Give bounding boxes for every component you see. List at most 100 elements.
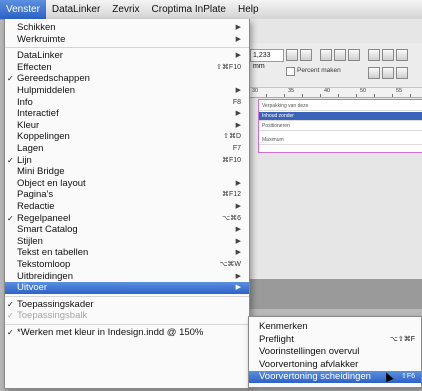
menu-item-hulpmiddelen[interactable]: Hulpmiddelen ▶ [5,85,249,97]
menu-item-lagen[interactable]: Lagen F7 [5,143,249,155]
menu-croptima-inplate[interactable]: Croptima InPlate [146,0,232,19]
submenu-item-label: Preflight [259,333,294,345]
menu-item-label: Lagen [17,143,44,154]
menu-zevrix[interactable]: Zevrix [106,0,145,19]
shortcut-label: ⌥⇧⌘F [389,335,415,343]
shortcut-label: ⌥⌘W [219,261,241,268]
submenu-arrow-icon: ▶ [235,24,241,31]
column-button[interactable] [368,67,380,79]
menu-separator [5,324,249,325]
menu-item-pagina-s[interactable]: Pagina's ⌘F12 [5,189,249,201]
checkmark-icon: ✓ [7,328,14,337]
menu-item-schikken[interactable]: Schikken ▶ [5,22,249,34]
column-button[interactable] [396,67,408,79]
ruler-number: 35 [288,88,295,94]
distribute-button[interactable] [334,49,346,61]
submenu-item-label: Voorvertoning scheidingen [259,371,371,383]
distribute-button[interactable] [348,49,360,61]
menu-item-mini-bridge[interactable]: Mini Bridge [5,166,249,178]
menu-item-tekst-en-tabellen[interactable]: Tekst en tabellen ▶ [5,247,249,259]
menu-item-redactie[interactable]: Redactie ▶ [5,201,249,213]
align-button[interactable] [286,49,298,61]
menu-item-label: Toepassingskader [17,298,94,310]
menu-item-effecten[interactable]: Effecten ⇧⌘F10 [5,62,249,74]
menu-item-label: Hulpmiddelen [17,85,76,96]
submenu-item-voorvertoning-scheidingen[interactable]: Voorvertoning scheidingen ⇧F6 [249,371,421,384]
submenu-arrow-icon: ▶ [235,87,241,94]
menu-item-uitvoer[interactable]: Uitvoer ▶ [5,282,249,294]
menu-bar: Venster DataLinker Zevrix Croptima InPla… [0,0,422,20]
submenu-arrow-icon: ▶ [235,284,241,292]
submenu-arrow-icon: ▶ [235,35,241,43]
menu-help[interactable]: Help [232,0,265,19]
text-wrap-button[interactable] [368,49,380,61]
menu-item-interactief[interactable]: Interactief ▶ [5,108,249,120]
menu-item-label: Stijlen [17,235,43,247]
menu-item-werkruimte[interactable]: Werkruimte ▶ [5,34,249,46]
document-page[interactable]: Verpakking van deze Inhoud zonder Positi… [258,99,422,153]
submenu-arrow-icon: ▶ [235,249,241,257]
menu-item-label: Koppelingen [17,131,70,143]
control-panel: 1,233 mm Percent maken [248,43,422,88]
align-button[interactable] [300,49,312,61]
size-field[interactable]: 1,233 mm [250,49,284,70]
menu-item-smart-catalog[interactable]: Smart Catalog ▶ [5,224,249,236]
menu-item-koppelingen[interactable]: Koppelingen ⇧⌘D [5,131,249,143]
menu-item-label: Kleur [17,119,40,131]
menu-venster[interactable]: Venster [0,0,46,19]
menu-item-kleur[interactable]: Kleur ▶ [5,120,249,132]
menu-datalinker[interactable]: DataLinker [46,0,106,19]
menu-item-toepassingskader[interactable]: ✓ Toepassingskader [5,299,249,311]
menu-item-label: Regelpaneel [17,212,71,224]
menu-item-label: *Werken met kleur in Indesign.indd @ 150… [17,327,204,338]
menu-item-tekstomloop[interactable]: Tekstomloop ⌥⌘W [5,259,249,271]
column-button[interactable] [382,67,394,79]
table-row: Maximum [259,136,422,145]
menu-item-lijn[interactable]: ✓ Lijn ⌘F10 [5,155,249,167]
text-wrap-button[interactable] [396,49,408,61]
percent-checkbox[interactable] [286,67,295,76]
menu-item-label: Smart Catalog [17,224,78,236]
ruler-number: 55 [396,88,403,94]
menu-item-datalinker[interactable]: DataLinker ▶ [5,50,249,62]
submenu-item-voorvertoning-afvlakker[interactable]: Voorvertoning afvlakker [249,359,421,371]
document-window: 1,233 mm Percent maken 30 35 40 50 55 Ve… [248,19,422,309]
text-wrap-button[interactable] [382,49,394,61]
menu-item-label: Werkruimte [17,33,66,45]
submenu-item-preflight[interactable]: Preflight ⌥⇧⌘F [249,334,421,346]
uitvoer-submenu: Kenmerken Preflight ⌥⇧⌘F Voorinstellingen o… [248,316,422,388]
ruler-number: 30 [252,88,259,94]
menu-item-label: Pagina's [17,189,54,201]
submenu-arrow-icon: ▶ [235,110,241,118]
menu-item-info[interactable]: Info F8 [5,97,249,109]
menu-item-label: Info [17,96,33,108]
table-row: Positioneren [259,122,422,131]
pasteboard [248,279,422,309]
submenu-item-label: Voorinstellingen overvul [259,346,360,358]
menu-item-stijlen[interactable]: Stijlen ▶ [5,236,249,248]
menu-item-object-en-layout[interactable]: Object en layout ▶ [5,178,249,190]
menu-item-label: Gereedschappen [17,73,90,85]
submenu-arrow-icon: ▶ [235,203,241,210]
menu-item-uitbreidingen[interactable]: Uitbreidingen ▶ [5,271,249,283]
table-row: Verpakking van deze [259,102,422,111]
menu-item-toepassingsbalk[interactable]: ✓ Toepassingsbalk [5,310,249,322]
submenu-arrow-icon: ▶ [235,52,241,60]
submenu-item-kenmerken[interactable]: Kenmerken [249,321,421,333]
menu-item-gereedschappen[interactable]: ✓ Gereedschappen [5,73,249,85]
menu-item-regelpaneel[interactable]: ✓ Regelpaneel ⌥⌘6 [5,213,249,225]
shortcut-label: ⇧⌘F10 [216,63,241,71]
shortcut-label: ⌘F10 [221,156,241,164]
checkmark-icon: ✓ [7,74,14,84]
menu-item-werken-met-kleur-in-indesign-indd-150[interactable]: ✓ *Werken met kleur in Indesign.indd @ 15… [5,327,249,339]
submenu-arrow-icon: ▶ [235,237,241,245]
menu-item-label: DataLinker [17,50,63,62]
menu-item-label: Object en layout [17,177,86,189]
checkmark-icon: ✓ [7,213,14,223]
distribute-button[interactable] [320,49,332,61]
submenu-item-label: Kenmerken [259,321,308,332]
submenu-arrow-icon: ▶ [235,272,241,280]
submenu-item-voorinstellingen-overvul[interactable]: Voorinstellingen overvul [249,346,421,358]
menu-item-label: Effecten [17,61,52,73]
percent-label: Percent maken [297,67,341,74]
